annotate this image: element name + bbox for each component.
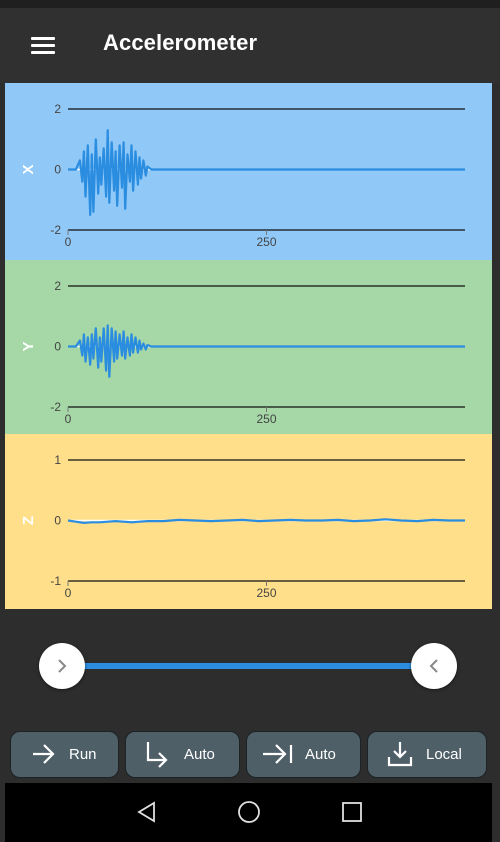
back-icon[interactable] <box>135 800 159 824</box>
x-chart-svg: 2 0 -2 0 250 X <box>5 83 492 260</box>
x-tick-label: 0 <box>65 235 72 249</box>
status-bar-strip <box>0 0 500 8</box>
x-tick-label: 0 <box>65 412 72 426</box>
app-bar: Accelerometer <box>0 0 500 83</box>
chevron-right-icon <box>58 659 67 673</box>
menu-icon[interactable] <box>20 24 64 68</box>
x-tick-label: 250 <box>256 235 276 249</box>
z-chart-svg: 1 0 -1 0 250 Z <box>5 434 492 609</box>
y-tick-label: 0 <box>54 340 61 354</box>
auto-scroll-button[interactable]: Auto <box>125 731 240 778</box>
home-icon[interactable] <box>236 799 262 825</box>
z-axis-chart: 1 0 -1 0 250 Z <box>5 434 492 609</box>
y-tick-label: 2 <box>54 102 61 116</box>
system-nav-bar <box>5 783 492 842</box>
auto-label-1: Auto <box>184 746 215 763</box>
arrow-right-icon <box>33 744 55 764</box>
x-tick-label: 250 <box>256 412 276 426</box>
download-icon <box>387 742 413 767</box>
y-chart-svg: 2 0 -2 0 250 Y <box>5 260 492 434</box>
y-axis-chart: 2 0 -2 0 250 Y <box>5 260 492 434</box>
right-gutter <box>492 83 500 842</box>
page-title: Accelerometer <box>103 30 258 55</box>
x-tick-label: 250 <box>256 586 276 600</box>
x-tick-label: 0 <box>65 586 72 600</box>
range-start-handle[interactable] <box>39 643 85 689</box>
run-label: Run <box>69 746 97 763</box>
y-tick-label: 1 <box>54 453 61 467</box>
y-tick-label: 0 <box>54 514 61 528</box>
range-track[interactable] <box>57 663 437 669</box>
range-end-handle[interactable] <box>411 643 457 689</box>
turn-right-icon <box>146 742 168 768</box>
run-button[interactable]: Run <box>10 731 119 778</box>
x-axis-chart: 2 0 -2 0 250 X <box>5 83 492 260</box>
y-tick-label: -2 <box>50 223 61 237</box>
y-tick-label: 2 <box>54 279 61 293</box>
arrow-to-bar-icon <box>263 744 293 764</box>
auto-label-2: Auto <box>305 746 336 763</box>
axis-name-label: Y <box>20 341 37 351</box>
local-button[interactable]: Local <box>367 731 487 778</box>
chevron-left-icon <box>429 659 438 673</box>
auto-range-button[interactable]: Auto <box>246 731 361 778</box>
y-tick-label: -2 <box>50 400 61 414</box>
local-label: Local <box>426 746 462 763</box>
y-tick-label: -1 <box>50 574 61 588</box>
axis-name-label: X <box>20 164 37 174</box>
axis-name-label: Z <box>20 516 37 525</box>
y-tick-label: 0 <box>54 163 61 177</box>
recents-icon[interactable] <box>341 801 363 823</box>
